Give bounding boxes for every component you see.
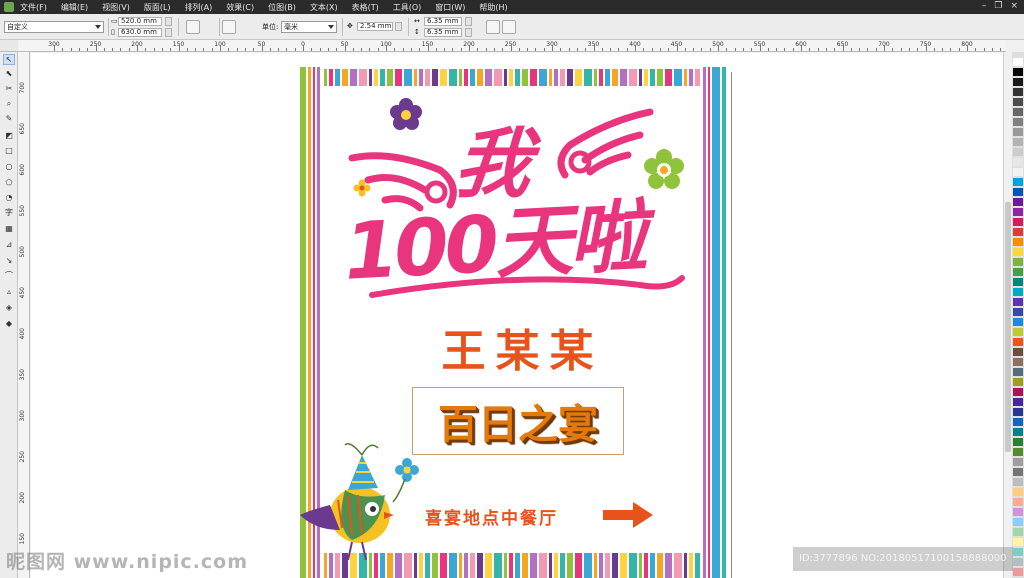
color-swatch[interactable] (1013, 208, 1023, 217)
poster-title-wo: 我 (450, 119, 536, 208)
color-swatch[interactable] (1013, 148, 1023, 157)
color-swatch[interactable] (1013, 488, 1023, 497)
color-swatch[interactable] (1013, 238, 1023, 247)
color-swatch[interactable] (1013, 138, 1023, 147)
color-swatch[interactable] (1013, 328, 1023, 337)
bird-icon (300, 443, 394, 561)
poster-banquet-title: 百日之宴 (438, 401, 598, 448)
color-swatch[interactable] (1013, 388, 1023, 397)
coreldraw-window: 文件(F) 编辑(E) 视图(V) 版面(L) 排列(A) 效果(C) 位图(B… (0, 0, 1024, 578)
poster-title-100-days: 100天啦 (341, 192, 645, 298)
color-swatch[interactable] (1013, 268, 1023, 277)
color-swatch[interactable] (1013, 438, 1023, 447)
color-swatch[interactable] (1013, 568, 1023, 577)
color-swatch[interactable] (1013, 298, 1023, 307)
color-swatch[interactable] (1013, 168, 1023, 177)
color-palette[interactable] (1012, 52, 1024, 578)
poster-name: 王某某 (441, 326, 604, 377)
color-swatch[interactable] (1013, 468, 1023, 477)
color-swatch[interactable] (1013, 158, 1023, 167)
vertical-scrollbar[interactable] (1003, 52, 1012, 578)
poster-venue: 喜宴地点中餐厅 (425, 509, 558, 529)
color-swatch[interactable] (1013, 338, 1023, 347)
color-swatch[interactable] (1013, 278, 1023, 287)
color-swatch[interactable] (1013, 218, 1023, 227)
color-swatch[interactable] (1013, 498, 1023, 507)
color-swatch[interactable] (1013, 368, 1023, 377)
color-swatch[interactable] (1013, 478, 1023, 487)
color-swatch[interactable] (1013, 508, 1023, 517)
color-swatch[interactable] (1013, 318, 1023, 327)
color-swatch[interactable] (1013, 408, 1023, 417)
color-swatch[interactable] (1013, 198, 1023, 207)
color-swatch[interactable] (1013, 538, 1023, 547)
color-swatch[interactable] (1013, 58, 1023, 67)
color-swatch[interactable] (1013, 188, 1023, 197)
color-swatch[interactable] (1013, 398, 1023, 407)
scroll-thumb[interactable] (1005, 202, 1011, 452)
color-swatch[interactable] (1013, 178, 1023, 187)
green-flower-icon (644, 149, 684, 189)
color-swatch[interactable] (1013, 548, 1023, 557)
color-swatch[interactable] (1013, 98, 1023, 107)
right-wing-icon (557, 108, 654, 179)
color-swatch[interactable] (1013, 348, 1023, 357)
color-swatch[interactable] (1013, 78, 1023, 87)
color-swatch[interactable] (1013, 68, 1023, 77)
purple-flower-icon (390, 98, 422, 130)
color-swatch[interactable] (1013, 288, 1023, 297)
image-id-watermark: ID:3777896 NO:20180517100158888000 (793, 547, 1013, 571)
color-swatch[interactable] (1013, 88, 1023, 97)
color-swatch[interactable] (1013, 558, 1023, 567)
color-swatch[interactable] (1013, 118, 1023, 127)
color-swatch[interactable] (1013, 518, 1023, 527)
color-swatch[interactable] (1013, 418, 1023, 427)
site-watermark: 昵图网 www.nipic.com (6, 551, 249, 573)
arrow-right-icon (603, 502, 653, 528)
color-swatch[interactable] (1013, 108, 1023, 117)
color-swatch[interactable] (1013, 228, 1023, 237)
color-swatch[interactable] (1013, 248, 1023, 257)
left-wing-icon (348, 152, 457, 212)
color-swatch[interactable] (1013, 378, 1023, 387)
color-swatch[interactable] (1013, 258, 1023, 267)
color-swatch[interactable] (1013, 458, 1023, 467)
color-swatch[interactable] (1013, 358, 1023, 367)
color-swatch[interactable] (1013, 128, 1023, 137)
color-swatch[interactable] (1013, 448, 1023, 457)
color-swatch[interactable] (1013, 308, 1023, 317)
blue-flower-icon (392, 458, 419, 503)
color-swatch[interactable] (1013, 528, 1023, 537)
color-swatch[interactable] (1013, 428, 1023, 437)
